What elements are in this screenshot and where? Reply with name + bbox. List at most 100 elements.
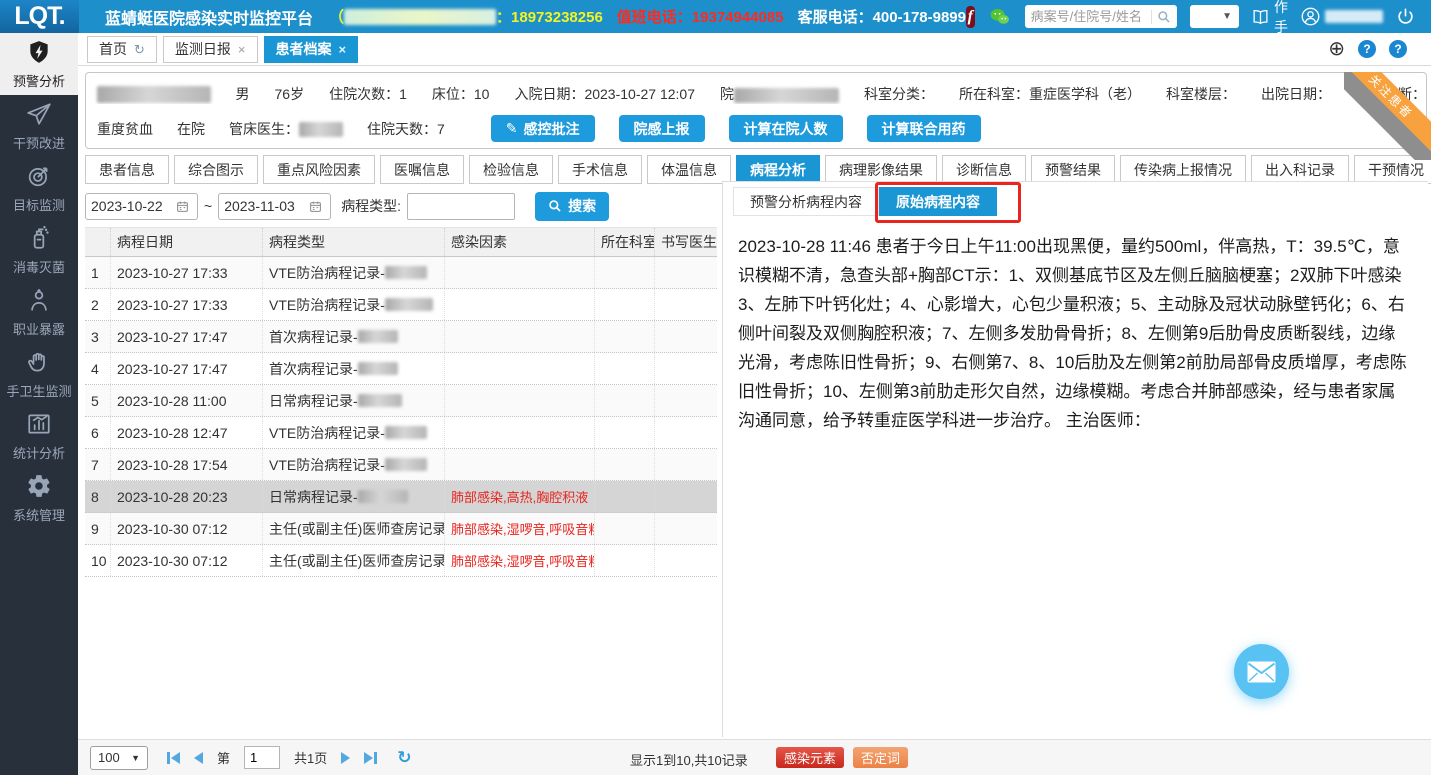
table-row[interactable]: 2 2023-10-27 17:33 VTE防治病程记录- [85,289,717,321]
patient-hospital-no: 院 [720,84,839,104]
patient-admit-diagnosis: 入院诊断： [1356,84,1426,104]
table-row[interactable]: 9 2023-10-30 07:12 主任(或副主任)医师查房记录 肺部感染,湿… [85,513,717,545]
tab-doctor-orders[interactable]: 医嘱信息 [380,155,464,184]
tab-lab-info[interactable]: 检验信息 [469,155,553,184]
tab-home[interactable]: 首页 ↻ [87,36,157,63]
cell-doctor [655,257,717,288]
workspace: 首页 ↻ 监测日报 × 患者档案 × ⊕ ? ? 男 76岁 住院次数：1 床位… [78,33,1431,775]
app-logo: LQT. [0,0,79,33]
table-row-selected[interactable]: 8 2023-10-28 20:23 日常病程记录- 肺部感染,高热,胸腔积液 [85,481,717,513]
cell-date: 2023-10-28 11:00 [111,385,263,416]
cell-doctor [655,385,717,416]
flash-icon[interactable]: f [966,6,975,28]
infection-annotate-button[interactable]: ✎ 感控批注 [491,115,595,142]
refresh-icon[interactable]: ↻ [134,43,145,56]
help-icon[interactable]: ? [1358,40,1376,58]
sidebar-item-system-settings[interactable]: 系统管理 [0,467,78,529]
calendar-icon[interactable] [176,200,189,213]
course-type-input[interactable] [407,193,515,220]
tab-infectious-report[interactable]: 传染病上报情况 [1120,155,1246,184]
redacted-block [385,266,427,279]
tab-course-analysis[interactable]: 病程分析 [736,155,820,184]
negation-word-button[interactable]: 否定词 [853,747,908,768]
patient-discharge-date: 出院日期： [1261,84,1331,104]
sidebar-item-target-monitor[interactable]: 目标监测 [0,157,78,219]
search-icon [548,199,562,213]
table-row[interactable]: 4 2023-10-27 17:47 首次病程记录- [85,353,717,385]
sidebar-item-statistics[interactable]: 统计分析 [0,405,78,467]
table-row[interactable]: 10 2023-10-30 07:12 主任(或副主任)医师查房记录 肺部感染,… [85,545,717,577]
tab-surgery-info[interactable]: 手术信息 [558,155,642,184]
chevron-down-icon: ▼ [131,753,140,763]
close-icon[interactable]: × [238,43,246,56]
sidebar-item-disinfection[interactable]: 消毒灭菌 [0,219,78,281]
search-button[interactable]: 搜索 [535,192,609,221]
calc-inhospital-button[interactable]: 计算在院人数 [729,115,843,142]
sidebar-item-label: 预警分析 [13,71,65,90]
cell-type: VTE防治病程记录- [263,417,445,448]
table-row[interactable]: 3 2023-10-27 17:47 首次病程记录- [85,321,717,353]
search-icon[interactable] [1151,10,1171,24]
cell-index: 10 [85,545,111,576]
wechat-icon[interactable] [988,5,1012,29]
page-size-value: 100 [98,750,120,765]
tab-diagnosis-info[interactable]: 诊断信息 [942,155,1026,184]
table-row[interactable]: 1 2023-10-27 17:33 VTE防治病程记录- [85,257,717,289]
date-to-input[interactable] [224,198,306,214]
sidebar-item-occupational-exposure[interactable]: 职业暴露 [0,281,78,343]
date-to-field[interactable] [218,193,331,220]
tab-warning-course-content[interactable]: 预警分析病程内容 [733,187,879,216]
tab-warning-results[interactable]: 预警结果 [1031,155,1115,184]
calc-combined-drug-button[interactable]: 计算联合用药 [867,115,981,142]
plus-circle-icon[interactable]: ⊕ [1328,39,1345,59]
first-page-button[interactable] [167,752,180,764]
cell-infection [445,289,595,320]
page-number-input[interactable] [244,746,280,769]
next-page-button[interactable] [341,752,350,764]
cell-infection [445,257,595,288]
sidebar-item-warning-analysis[interactable]: 预警分析 [0,33,78,95]
prev-page-button[interactable] [194,752,203,764]
date-from-field[interactable] [85,193,198,220]
page-size-select[interactable]: 100 ▼ [90,746,148,770]
date-range-tilde: ~ [204,198,212,214]
last-page-button[interactable] [364,752,377,764]
user-menu[interactable] [1301,7,1383,26]
close-icon[interactable]: × [339,43,347,56]
message-fab-button[interactable] [1234,644,1289,699]
table-row[interactable]: 7 2023-10-28 17:54 VTE防治病程记录- [85,449,717,481]
help-icon[interactable]: ? [1389,40,1407,58]
tab-key-risk-factors[interactable]: 重点风险因素 [263,155,375,184]
infection-report-button[interactable]: 院感上报 [619,115,705,142]
course-record-text: 2023-10-28 11:46 患者于今日上午11:00出现黑便，量约500m… [723,216,1428,435]
tab-patient-archive[interactable]: 患者档案 × [264,36,359,63]
user-icon [1301,7,1320,26]
service-phone: 客服电话：400-178-9899 [798,6,966,27]
table-row[interactable]: 5 2023-10-28 11:00 日常病程记录- [85,385,717,417]
calendar-icon[interactable] [309,200,322,213]
search-input[interactable] [1031,9,1151,24]
course-table: 病程日期 病程类型 感染因素 所在科室 书写医生 1 2023-10-27 17… [85,227,717,735]
course-filter-row: ~ 病程类型: 搜索 [85,191,609,221]
tab-patient-info[interactable]: 患者信息 [85,155,169,184]
redacted-block [358,394,402,407]
reload-icon[interactable]: ↻ [397,748,411,768]
sidebar-item-intervention[interactable]: 干预改进 [0,95,78,157]
manual-link[interactable]: 操作手册 [1252,0,1288,57]
tab-pathology-imaging[interactable]: 病理影像结果 [825,155,937,184]
redacted-block [299,122,343,137]
infection-element-button[interactable]: 感染元素 [776,747,844,768]
tab-intervention-status[interactable]: 干预情况 [1354,155,1431,184]
sidebar-item-hand-hygiene[interactable]: 手卫生监测 [0,343,78,405]
tab-overview-chart[interactable]: 综合图示 [174,155,258,184]
app-title: 蓝蜻蜓医院感染实时监控平台 [105,5,313,29]
tab-original-course-content[interactable]: 原始病程内容 [879,187,997,216]
patient-select-dropdown[interactable]: ▼ [1190,5,1239,28]
power-icon[interactable] [1396,7,1415,26]
date-from-input[interactable] [91,198,173,214]
tab-temperature-info[interactable]: 体温信息 [647,155,731,184]
cell-index: 1 [85,257,111,288]
tab-daily-report[interactable]: 监测日报 × [163,36,258,63]
tab-transfer-records[interactable]: 出入科记录 [1251,155,1349,184]
table-row[interactable]: 6 2023-10-28 12:47 VTE防治病程记录- [85,417,717,449]
